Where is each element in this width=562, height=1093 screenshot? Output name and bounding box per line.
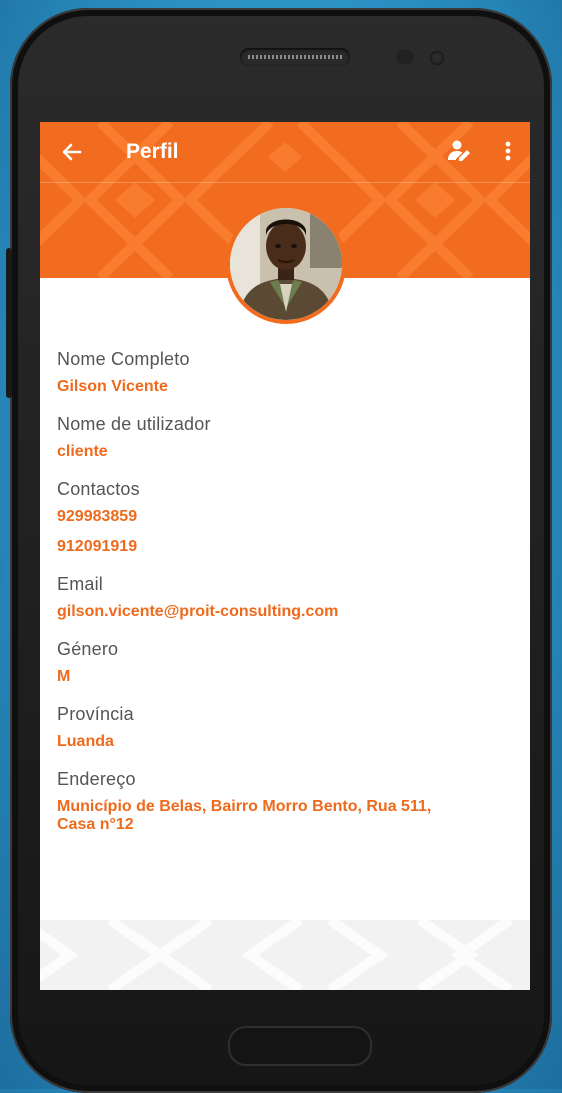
username-value: cliente	[57, 443, 108, 460]
back-button[interactable]	[58, 138, 86, 166]
email-field: Email gilson.vicente@proit-consulting.co…	[57, 571, 517, 623]
full-name-field: Nome Completo Gilson Vicente	[57, 346, 517, 398]
contacts-label: Contactos	[57, 479, 140, 499]
footer-pattern	[40, 920, 530, 990]
gender-value: M	[57, 668, 71, 685]
more-vert-icon	[505, 141, 511, 161]
app-bar: Perfil	[40, 122, 530, 183]
address-line: Casa n°12	[57, 816, 134, 833]
side-button	[6, 248, 12, 398]
full-name-label: Nome Completo	[57, 349, 190, 369]
avatar-photo	[230, 208, 342, 320]
province-label: Província	[57, 704, 134, 724]
app-screen: Perfil Nome Completo Gilson Vicente Nome…	[40, 122, 530, 990]
address-field: Endereço Município de Belas, Bairro Morr…	[57, 766, 517, 834]
profile-avatar[interactable]	[226, 204, 346, 324]
full-name-value: Gilson Vicente	[57, 378, 168, 395]
arrow-back-icon	[62, 143, 82, 161]
province-value: Luanda	[57, 733, 114, 750]
edit-profile-icon	[448, 140, 470, 161]
phone-camera	[430, 51, 444, 65]
contacts-field: Contactos 929983859 912091919	[57, 476, 517, 558]
address-line: Município de Belas, Bairro Morro Bento, …	[57, 798, 432, 815]
home-button[interactable]	[228, 1026, 372, 1066]
email-value[interactable]: gilson.vicente@proit-consulting.com	[57, 601, 517, 623]
contact-phone[interactable]: 929983859	[57, 506, 517, 528]
profile-details: Nome Completo Gilson Vicente Nome de uti…	[57, 346, 517, 847]
gender-field: Género M	[57, 636, 517, 688]
phone-speaker	[240, 48, 350, 66]
more-options-button[interactable]	[498, 137, 518, 165]
address-value: Município de Belas, Bairro Morro Bento, …	[57, 798, 517, 834]
gender-label: Género	[57, 639, 119, 659]
province-field: Província Luanda	[57, 701, 517, 753]
edit-profile-button[interactable]	[446, 137, 474, 165]
contact-phone[interactable]: 912091919	[57, 536, 517, 558]
footer-pattern-graphic	[40, 920, 513, 990]
username-label: Nome de utilizador	[57, 414, 211, 434]
email-label: Email	[57, 574, 104, 594]
phone-sensor	[396, 50, 414, 64]
address-label: Endereço	[57, 769, 136, 789]
page-title: Perfil	[126, 140, 179, 163]
username-field: Nome de utilizador cliente	[57, 411, 517, 463]
